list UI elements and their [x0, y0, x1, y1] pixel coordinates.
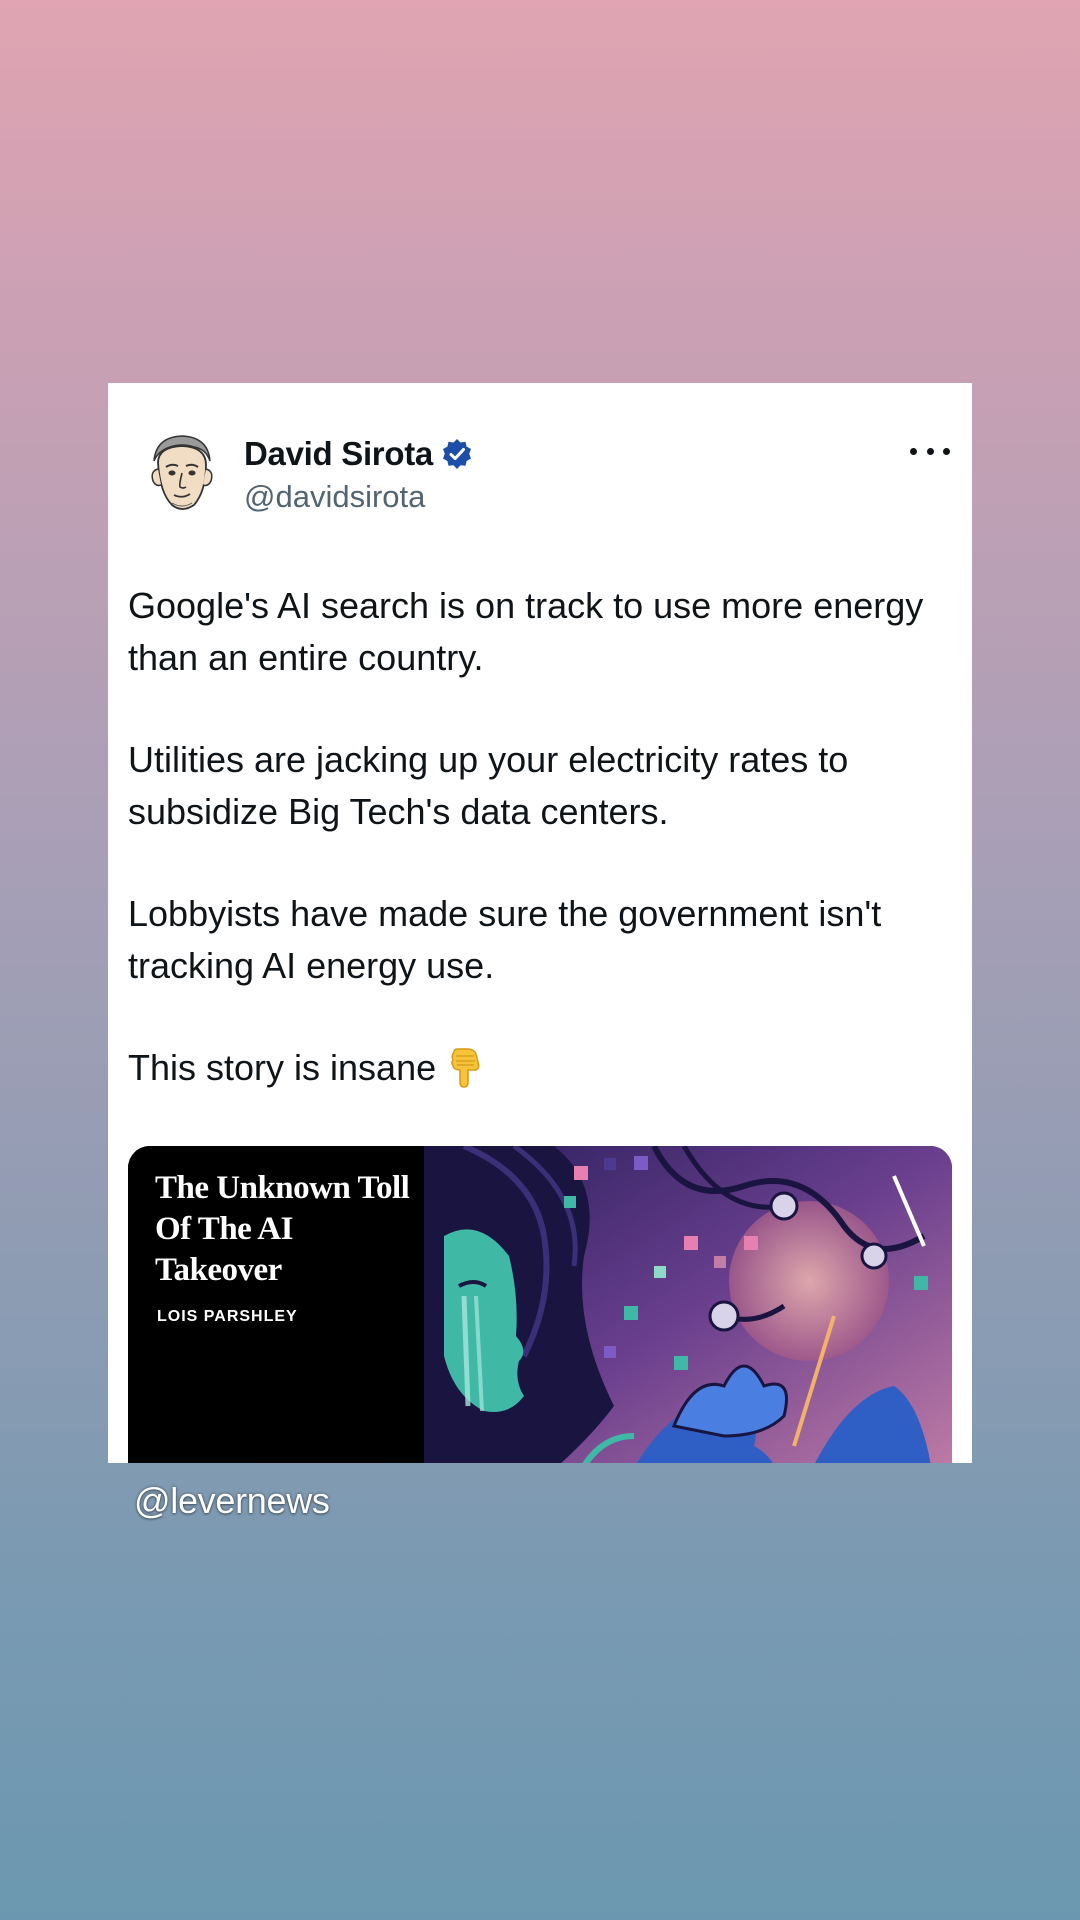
tweet-paragraph: Google's AI search is on track to use mo… — [128, 585, 924, 678]
tweet-paragraph-last: This story is insane — [128, 1042, 958, 1094]
tweet-text: Google's AI search is on track to use mo… — [128, 580, 958, 1144]
tweet-paragraph: Utilities are jacking up your electricit… — [128, 739, 849, 832]
author-handle[interactable]: @davidsirota — [244, 479, 425, 515]
article-illustration-image — [424, 1146, 952, 1463]
author-name[interactable]: David Sirota — [244, 435, 433, 473]
more-dot — [926, 447, 934, 455]
tweet-paragraph: This story is insane — [128, 1047, 437, 1088]
tweet-paragraph: Lobbyists have made sure the government … — [128, 893, 882, 986]
verified-badge-icon — [441, 438, 473, 470]
more-dot — [943, 447, 950, 455]
avatar-caricature-icon — [136, 427, 226, 517]
article-author: LOIS PARSHLEY — [157, 1308, 298, 1325]
article-link-card[interactable]: The Unknown Toll Of The AI Takeover LOIS… — [128, 1146, 952, 1463]
article-title-panel: The Unknown Toll Of The AI Takeover LOIS… — [128, 1146, 424, 1463]
more-options-icon[interactable] — [910, 441, 950, 461]
article-illustration — [424, 1146, 952, 1463]
pointing-down-emoji-icon — [446, 1048, 484, 1088]
author-name-row[interactable]: David Sirota — [244, 435, 473, 473]
more-dot — [910, 447, 917, 455]
watermark-handle: @levernews — [134, 1480, 330, 1521]
avatar[interactable] — [136, 427, 226, 517]
article-title: The Unknown Toll Of The AI Takeover — [155, 1170, 410, 1288]
tweet-card: David Sirota @davidsirota Google's AI se… — [108, 383, 972, 1463]
